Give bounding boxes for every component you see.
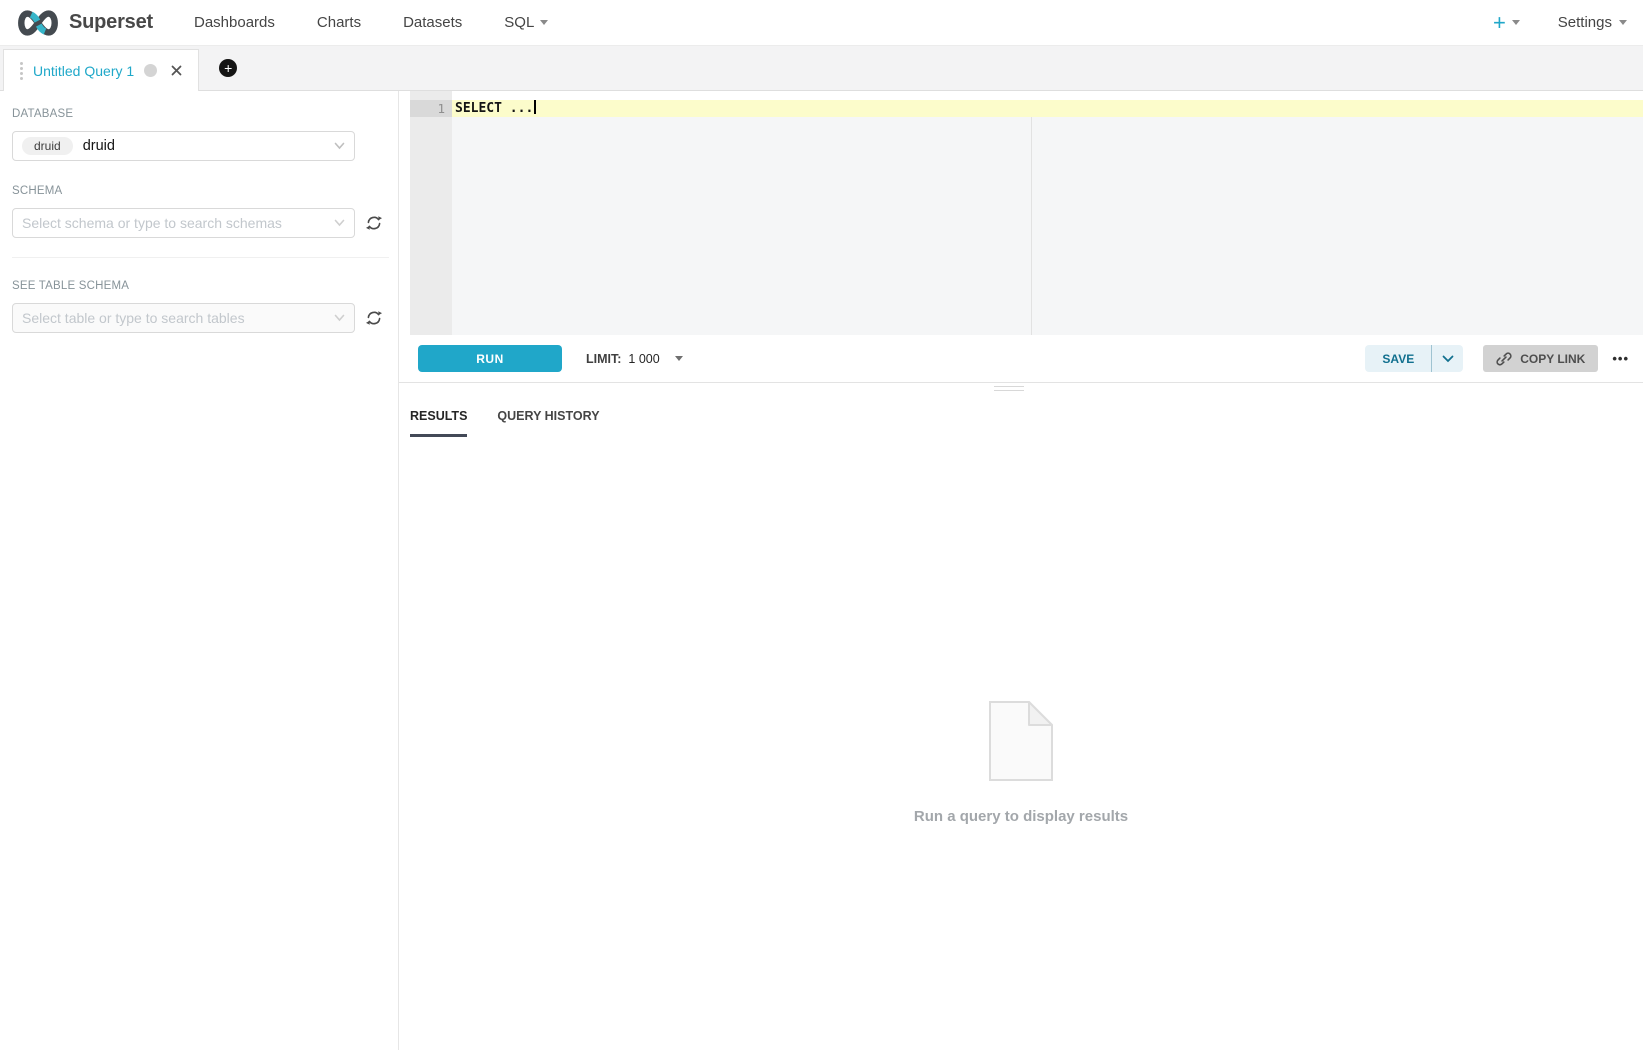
nav-datasets[interactable]: Datasets — [382, 14, 483, 31]
pane-resize-handle[interactable] — [994, 386, 1024, 394]
schema-label: SCHEMA — [12, 185, 386, 197]
sidebar-divider — [12, 257, 389, 258]
plus-icon: + — [224, 61, 232, 75]
database-label: DATABASE — [12, 108, 386, 120]
schema-select[interactable]: Select schema or type to search schemas — [12, 208, 355, 238]
sqllab-left-panel: DATABASE druid druid SCHEMA Select schem… — [0, 91, 399, 1050]
more-actions-button[interactable]: ••• — [1612, 351, 1629, 366]
see-table-schema-label: SEE TABLE SCHEMA — [12, 280, 386, 292]
settings-menu[interactable]: Settings — [1558, 14, 1627, 31]
settings-label: Settings — [1558, 14, 1612, 31]
superset-infinity-icon — [16, 9, 60, 37]
text-cursor — [534, 100, 536, 114]
editor-active-line-highlight — [452, 100, 1643, 117]
nav-charts[interactable]: Charts — [296, 14, 382, 31]
limit-value: 1 000 — [628, 352, 659, 366]
refresh-schemas-button[interactable] — [364, 213, 384, 233]
nav-dashboards[interactable]: Dashboards — [173, 14, 296, 31]
caret-down-icon — [1512, 20, 1520, 25]
results-pane: RESULTS QUERY HISTORY Run a query to dis… — [399, 383, 1643, 1050]
close-tab-button[interactable] — [171, 65, 182, 76]
sql-editor[interactable]: 1 SELECT ... — [399, 91, 1643, 335]
limit-label: LIMIT: — [586, 352, 621, 366]
plus-icon: + — [1493, 13, 1506, 33]
refresh-icon — [365, 214, 383, 232]
query-tab-untitled-query-1[interactable]: Untitled Query 1 — [3, 49, 199, 91]
sql-toolbar: RUN LIMIT: 1 000 SAVE — [399, 335, 1643, 383]
caret-down-icon — [540, 20, 548, 25]
tab-results[interactable]: RESULTS — [410, 409, 467, 437]
schema-select-placeholder: Select schema or type to search schemas — [22, 215, 282, 231]
top-navbar: Superset Dashboards Charts Datasets SQL … — [0, 0, 1643, 46]
brand-title: Superset — [69, 11, 153, 34]
new-item-menu[interactable]: + — [1493, 13, 1520, 33]
caret-down-icon — [675, 356, 683, 361]
document-icon — [989, 701, 1053, 781]
link-icon — [1496, 351, 1512, 367]
table-select[interactable]: Select table or type to search tables — [12, 303, 355, 333]
query-tab-label: Untitled Query 1 — [33, 63, 134, 79]
editor-gutter: 1 — [410, 91, 452, 335]
empty-results-message: Run a query to display results — [399, 808, 1643, 825]
sql-lab-page: Superset Dashboards Charts Datasets SQL … — [0, 0, 1643, 1050]
add-tab-button[interactable]: + — [219, 59, 237, 77]
database-select-value: druid — [83, 138, 115, 154]
database-type-badge: druid — [22, 137, 73, 155]
save-button[interactable]: SAVE — [1365, 345, 1431, 372]
drag-handle-icon[interactable] — [20, 62, 23, 80]
copy-link-label: COPY LINK — [1520, 352, 1585, 366]
refresh-tables-button[interactable] — [364, 308, 384, 328]
chevron-down-icon — [1442, 355, 1454, 363]
nav-sql-menu[interactable]: SQL — [483, 14, 569, 31]
caret-down-icon — [1619, 20, 1627, 25]
editor-print-margin — [1031, 117, 1032, 335]
close-icon — [171, 65, 182, 76]
results-tab-bar: RESULTS QUERY HISTORY — [399, 409, 1643, 437]
refresh-icon — [365, 309, 383, 327]
editor-body[interactable] — [452, 117, 1643, 335]
chevron-down-icon — [334, 142, 345, 150]
limit-dropdown[interactable]: LIMIT: 1 000 — [586, 352, 683, 366]
results-empty-state: Run a query to display results — [399, 701, 1643, 825]
sqllab-main-panel: 1 SELECT ... RUN LIMIT: 1 000 SAVE — [399, 91, 1643, 1050]
copy-link-button[interactable]: COPY LINK — [1483, 345, 1598, 372]
main-nav: Dashboards Charts Datasets SQL — [173, 14, 569, 31]
table-select-placeholder: Select table or type to search tables — [22, 310, 245, 326]
editor-line-number: 1 — [410, 100, 452, 117]
run-button[interactable]: RUN — [418, 345, 562, 372]
save-options-button[interactable] — [1432, 345, 1463, 372]
save-split-button: SAVE — [1365, 345, 1463, 372]
database-select[interactable]: druid druid — [12, 131, 355, 161]
query-state-dot — [144, 64, 157, 77]
chevron-down-icon — [334, 314, 345, 322]
tab-query-history[interactable]: QUERY HISTORY — [497, 409, 599, 437]
chevron-down-icon — [334, 219, 345, 227]
editor-code-line[interactable]: SELECT ... — [455, 100, 536, 117]
superset-logo[interactable]: Superset — [16, 9, 153, 37]
query-tab-strip: Untitled Query 1 + — [0, 46, 1643, 91]
